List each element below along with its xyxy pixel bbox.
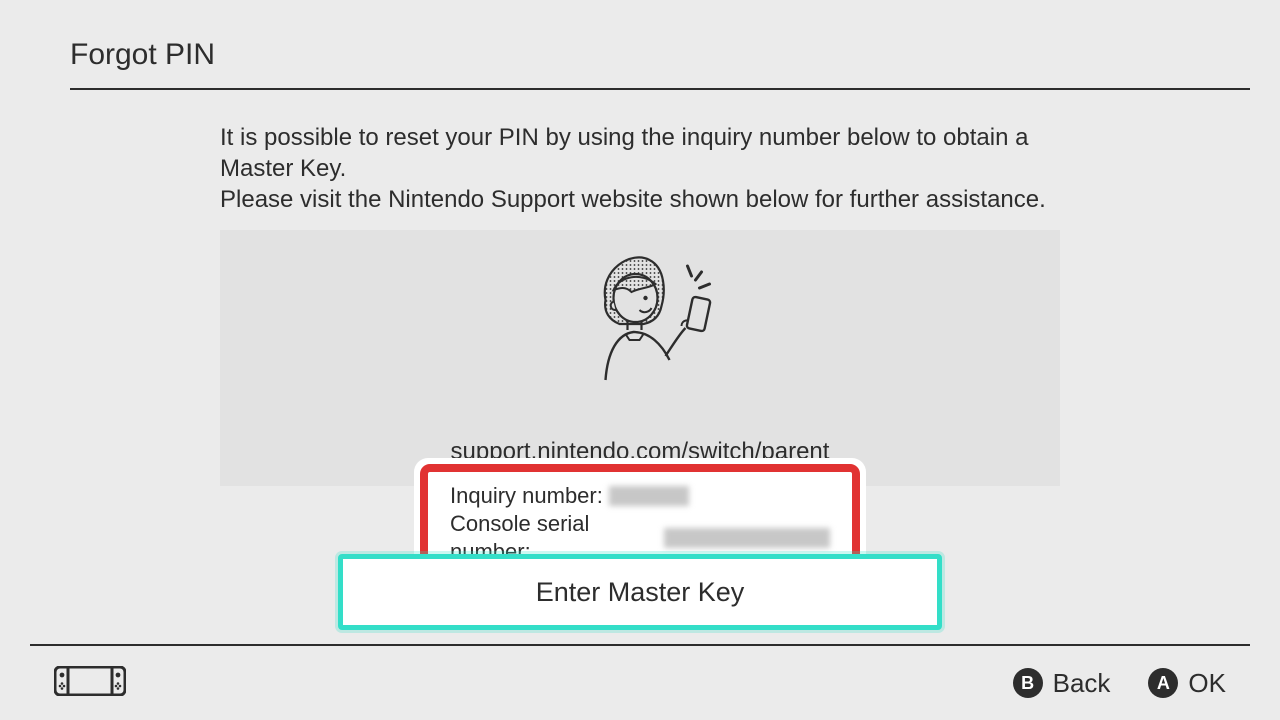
footer-actions: B Back A OK	[1013, 668, 1226, 699]
back-action[interactable]: B Back	[1013, 668, 1111, 699]
ok-action[interactable]: A OK	[1148, 668, 1226, 699]
description-line-2: Please visit the Nintendo Support websit…	[220, 186, 1046, 213]
inquiry-number-label: Inquiry number:	[450, 482, 603, 510]
support-panel: support.nintendo.com/switch/parent	[220, 230, 1060, 486]
person-phone-illustration	[570, 248, 720, 393]
inquiry-number-row: Inquiry number:	[450, 482, 830, 510]
page-title: Forgot PIN	[70, 38, 1250, 72]
inquiry-number-value-redacted	[609, 486, 689, 506]
serial-number-value-redacted	[664, 528, 830, 548]
enter-master-key-button[interactable]: Enter Master Key	[338, 554, 942, 630]
description-line-1: It is possible to reset your PIN by usin…	[220, 124, 1028, 182]
description-text: It is possible to reset your PIN by usin…	[220, 122, 1060, 216]
back-label: Back	[1053, 668, 1111, 699]
content-area: It is possible to reset your PIN by usin…	[220, 122, 1060, 486]
b-button-icon: B	[1013, 668, 1043, 698]
a-button-icon: A	[1148, 668, 1178, 698]
ok-label: OK	[1188, 668, 1226, 699]
header: Forgot PIN	[70, 38, 1250, 90]
footer: B Back A OK	[0, 646, 1280, 720]
controller-icon	[54, 666, 126, 701]
enter-master-key-label: Enter Master Key	[536, 577, 745, 608]
